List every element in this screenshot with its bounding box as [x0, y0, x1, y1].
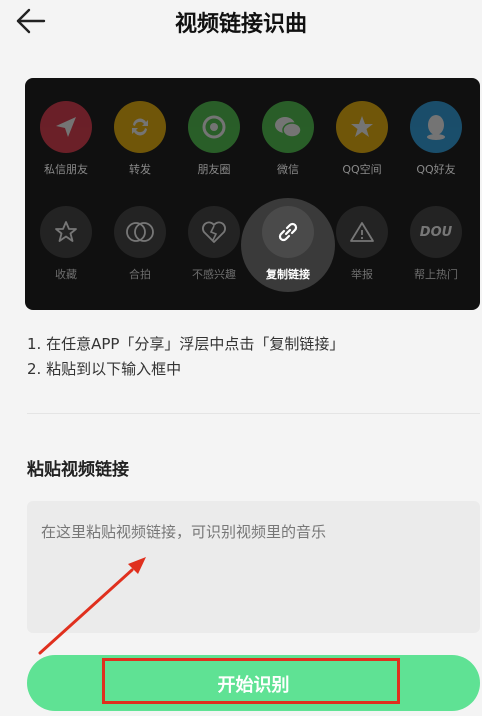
instruction-2: 2. 粘贴到以下输入框中 [27, 360, 182, 378]
share-panel-screenshot: 私信朋友 转发 朋友圈 微信 QQ空间 QQ好友 收藏 合拍 不感兴趣 复制链接… [25, 78, 480, 310]
share-label: 微信 [277, 163, 299, 176]
link-icon [262, 206, 314, 258]
instruction-1: 1. 在任意APP「分享」浮层中点击「复制链接」 [27, 335, 345, 353]
duet-icon [114, 206, 166, 258]
star-icon [40, 206, 92, 258]
start-recognition-button[interactable]: 开始识别 [27, 655, 480, 711]
share-label: 收藏 [55, 268, 77, 281]
warning-icon [336, 206, 388, 258]
share-item-not-interested: 不感兴趣 [177, 206, 251, 282]
share-label: 复制链接 [266, 268, 310, 281]
top-bar: 视频链接识曲 [0, 0, 482, 46]
divider [27, 413, 480, 414]
share-item-moments: 朋友圈 [177, 101, 251, 177]
share-label: 合拍 [129, 268, 151, 281]
dou-text: DOU [419, 224, 453, 240]
share-item-report: 举报 [325, 206, 399, 282]
share-item-duet: 合拍 [103, 206, 177, 282]
share-item-favorite: 收藏 [29, 206, 103, 282]
share-item-dou-plus: DOU 帮上热门 [399, 206, 473, 282]
dou-plus-icon: DOU [410, 206, 462, 258]
qq-icon [410, 101, 462, 153]
video-link-input[interactable] [27, 501, 480, 633]
share-label: 私信朋友 [44, 163, 88, 176]
qzone-star-icon [336, 101, 388, 153]
wechat-icon [262, 101, 314, 153]
share-label: 帮上热门 [414, 268, 458, 281]
share-label: QQ空间 [342, 163, 382, 176]
share-item-wechat: 微信 [251, 101, 325, 177]
paste-section-title: 粘贴视频链接 [27, 460, 129, 480]
page-title: 视频链接识曲 [174, 12, 307, 37]
moments-icon [188, 101, 240, 153]
send-icon [40, 101, 92, 153]
broken-heart-icon [188, 206, 240, 258]
share-label: QQ好友 [416, 163, 456, 176]
share-item-copy-link: 复制链接 [251, 206, 325, 282]
share-label: 举报 [351, 268, 373, 281]
start-recognition-label: 开始识别 [217, 675, 290, 696]
repost-icon [114, 101, 166, 153]
video-link-input-box[interactable] [27, 501, 480, 633]
share-item-qzone: QQ空间 [325, 101, 399, 177]
share-item-repost: 转发 [103, 101, 177, 177]
share-label: 朋友圈 [197, 163, 231, 176]
share-label: 不感兴趣 [192, 268, 236, 281]
share-label: 转发 [129, 163, 151, 176]
share-item-private-message: 私信朋友 [29, 101, 103, 177]
share-item-qq-friends: QQ好友 [399, 101, 473, 177]
